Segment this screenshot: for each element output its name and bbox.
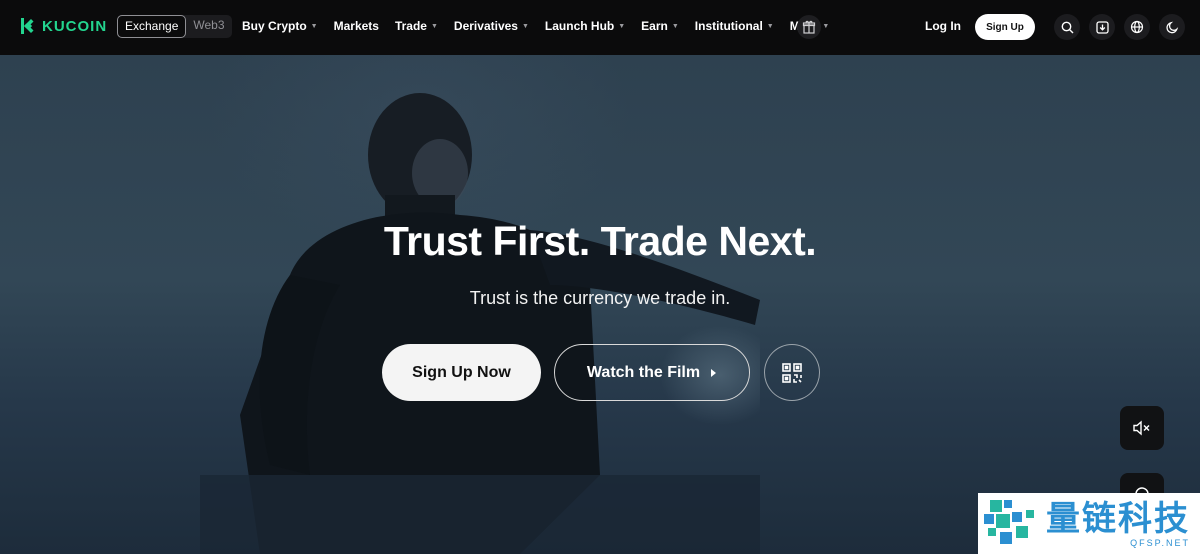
menu-item-derivatives[interactable]: Derivatives ▼: [454, 19, 529, 33]
chevron-down-icon: ▼: [618, 22, 626, 30]
main-menu: Buy Crypto ▼ Markets Trade ▼ Derivatives ▼ …: [242, 19, 845, 33]
watermark-text: 量链科技: [1046, 499, 1190, 538]
menu-item-launch-hub[interactable]: Launch Hub ▼: [545, 19, 625, 33]
mute-button[interactable]: [1120, 406, 1164, 450]
qr-code-icon: [782, 362, 802, 383]
menu-item-institutional[interactable]: Institutional ▼: [695, 19, 774, 33]
download-icon: [1095, 20, 1109, 34]
gift-button[interactable]: [797, 15, 821, 39]
sign-up-now-button[interactable]: Sign Up Now: [382, 344, 541, 401]
watch-film-button[interactable]: Watch the Film: [554, 344, 750, 401]
chevron-down-icon: ▼: [671, 22, 679, 30]
menu-item-buy-crypto[interactable]: Buy Crypto ▼: [242, 19, 318, 33]
chevron-down-icon: ▼: [430, 22, 438, 30]
menu-item-label: Derivatives: [453, 19, 518, 33]
kucoin-logo[interactable]: KUCOIN: [18, 16, 107, 36]
tab-web3[interactable]: Web3: [186, 15, 231, 38]
tab-exchange[interactable]: Exchange: [117, 15, 187, 38]
menu-item-label: Institutional: [694, 19, 763, 33]
kucoin-logo-mark-icon: [21, 18, 34, 34]
hero-section: Trust First. Trade Next. Trust is the cu…: [0, 55, 1200, 554]
top-nav: KUCOIN Exchange Web3 Buy Crypto ▼ Markets…: [0, 0, 1200, 55]
moon-icon: [1165, 21, 1178, 33]
mode-switch: Exchange Web3: [117, 15, 232, 38]
download-button[interactable]: [1089, 14, 1115, 40]
search-button[interactable]: [1054, 14, 1080, 40]
qr-code-button[interactable]: [764, 344, 820, 401]
volume-muted-icon: [1133, 420, 1150, 436]
watermark: 量链科技 QFSP.NET: [978, 493, 1200, 554]
menu-item-label: Trade: [394, 19, 427, 33]
menu-item-earn[interactable]: Earn ▼: [641, 19, 679, 33]
gift-icon: [802, 20, 816, 34]
globe-icon: [1130, 20, 1144, 34]
chevron-down-icon: ▼: [310, 22, 318, 30]
menu-item-label: Earn: [641, 19, 668, 33]
watermark-logo-icon: [984, 499, 1034, 544]
watch-film-label: Watch the Film: [586, 363, 701, 381]
chevron-down-icon: ▼: [822, 22, 830, 30]
menu-item-label: Launch Hub: [544, 19, 615, 33]
language-button[interactable]: [1124, 14, 1150, 40]
hero-subtitle: Trust is the currency we trade in.: [469, 288, 731, 308]
menu-item-markets[interactable]: Markets: [334, 19, 379, 33]
menu-item-trade[interactable]: Trade ▼: [395, 19, 438, 33]
menu-item-label: Buy Crypto: [242, 19, 307, 33]
watermark-url: QFSP.NET: [1130, 537, 1190, 548]
search-icon: [1061, 21, 1073, 33]
play-icon: [711, 368, 717, 377]
theme-toggle[interactable]: [1159, 14, 1185, 40]
hero-title: Trust First. Trade Next.: [383, 218, 817, 264]
chevron-down-icon: ▼: [521, 22, 529, 30]
chevron-down-icon: ▼: [766, 22, 774, 30]
brand-name: KUCOIN: [42, 17, 108, 35]
signup-button[interactable]: Sign Up: [975, 14, 1035, 40]
menu-item-label: Markets: [333, 19, 379, 33]
login-link[interactable]: Log In: [925, 19, 961, 33]
